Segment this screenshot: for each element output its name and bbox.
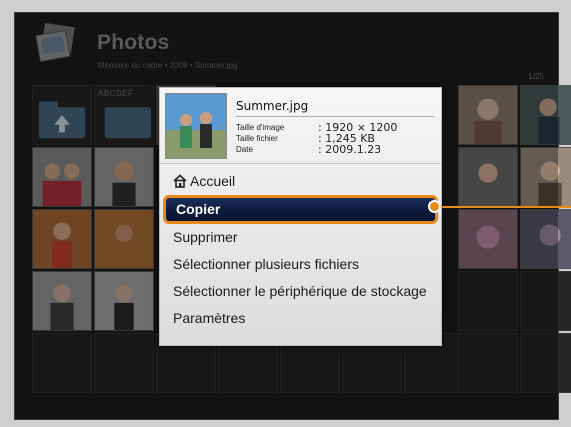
folder-up-tile[interactable]: [32, 85, 92, 145]
folder-tile[interactable]: ABCDEF: [94, 85, 154, 145]
file-name: Summer.jpg: [236, 99, 309, 113]
folder-up-icon: [38, 101, 86, 139]
thumbnail[interactable]: [520, 147, 571, 207]
thumbnail[interactable]: [32, 209, 92, 269]
meta-label: Taille fichier: [236, 134, 278, 143]
thumbnail[interactable]: [32, 147, 92, 207]
menu-item-label: Sélectionner plusieurs fichiers: [173, 256, 359, 272]
thumbnail[interactable]: [458, 209, 518, 269]
menu-item-select-multiple[interactable]: Sélectionner plusieurs fichiers: [160, 251, 441, 278]
action-menu: Accueil Copier Supprimer Sélectionner pl…: [160, 168, 441, 332]
callout-marker: [428, 200, 441, 213]
thumbnail[interactable]: [458, 147, 518, 207]
thumbnail[interactable]: [520, 85, 571, 145]
context-menu-popup: Summer.jpg Taille d'image : 1920 × 1200 …: [159, 87, 442, 346]
thumbnail[interactable]: [32, 271, 92, 331]
menu-item-label: Copier: [176, 201, 221, 217]
page-title: Photos: [97, 31, 170, 54]
thumbnail[interactable]: [458, 85, 518, 145]
meta-value: : 2009.1.23: [318, 143, 382, 156]
thumbnail[interactable]: [94, 147, 154, 207]
callout-line: [434, 206, 571, 208]
menu-item-settings[interactable]: Paramètres: [160, 305, 441, 332]
page-counter: 1/25: [528, 72, 544, 81]
empty-slot: [458, 271, 518, 331]
meta-label: Taille d'image: [236, 123, 285, 132]
empty-slot: [520, 271, 571, 331]
thumbnail[interactable]: [520, 209, 571, 269]
thumbnail[interactable]: [94, 271, 154, 331]
breadcrumb: Mémoire du cadre • 2009 • Summer.jpg: [98, 61, 238, 70]
menu-item-label: Paramètres: [173, 310, 246, 326]
file-thumbnail: [165, 93, 227, 159]
file-info-panel: Summer.jpg Taille d'image : 1920 × 1200 …: [160, 88, 441, 164]
thumbnail[interactable]: [94, 209, 154, 269]
menu-item-label: Accueil: [190, 173, 236, 189]
menu-item-label: Supprimer: [173, 229, 238, 245]
menu-item-home[interactable]: Accueil: [160, 168, 441, 195]
empty-slot: [458, 333, 518, 393]
empty-slot: [32, 333, 92, 393]
empty-slot: [520, 333, 571, 393]
menu-item-copy[interactable]: Copier: [163, 195, 438, 224]
menu-item-delete[interactable]: Supprimer: [160, 224, 441, 251]
photos-app-icon: [35, 23, 75, 62]
empty-slot: [94, 333, 154, 393]
home-icon: [173, 174, 187, 188]
divider: [236, 116, 434, 117]
menu-item-select-storage[interactable]: Sélectionner le périphérique de stockage: [160, 278, 441, 305]
meta-label: Date: [236, 145, 253, 154]
menu-item-label: Sélectionner le périphérique de stockage: [173, 283, 427, 299]
folder-label: ABCDEF: [98, 89, 134, 98]
